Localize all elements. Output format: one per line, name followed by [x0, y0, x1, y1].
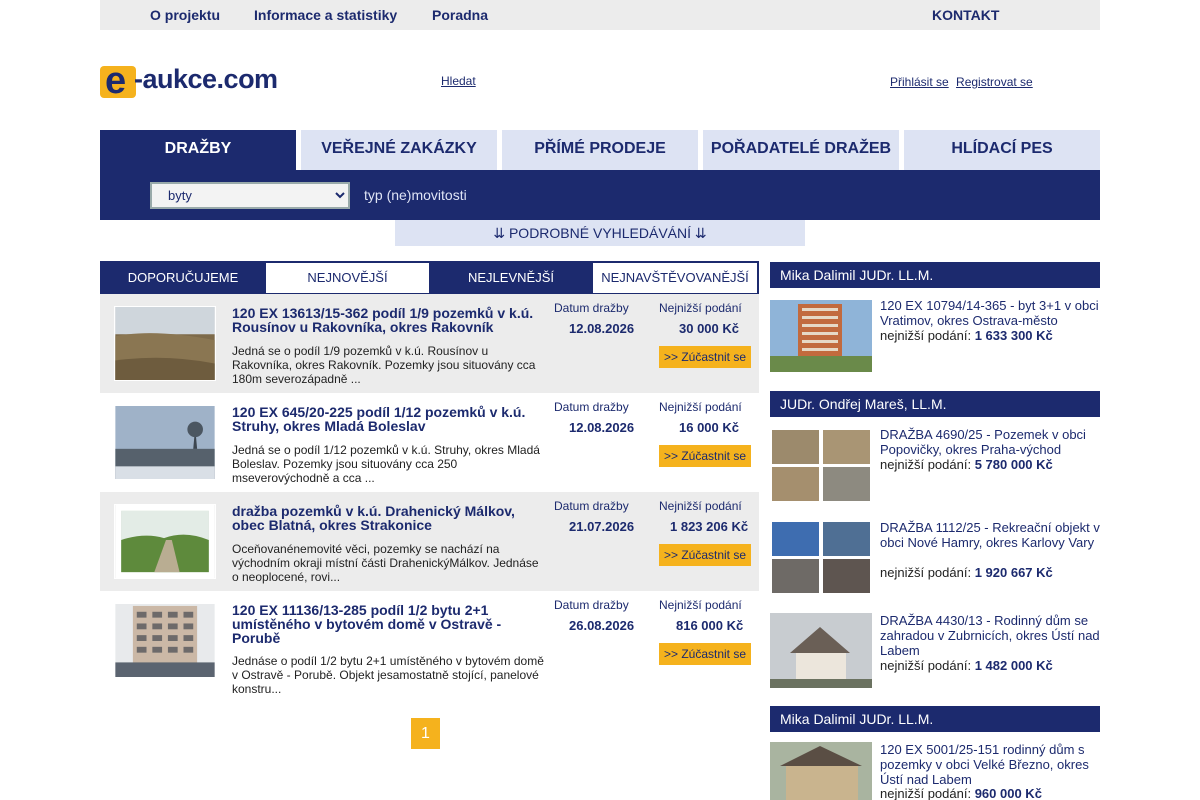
sidebar-photo[interactable]: [770, 613, 872, 688]
list-item: 120 EX 11136/13-285 podíl 1/2 bytu 2+1 u…: [100, 591, 759, 703]
sidebar-item-price: nejnižší podání: 1 920 667 Kč: [880, 565, 1053, 580]
listing-photo[interactable]: [114, 603, 216, 678]
sidebar-item-title[interactable]: DRAŽBA 1112/25 - Rekreační objekt v obci…: [880, 520, 1100, 550]
nav-advice-link[interactable]: Poradna: [432, 7, 488, 23]
lowest-bid: 816 000 Kč: [676, 618, 744, 633]
participate-button[interactable]: >> Zúčastnit se: [659, 544, 751, 566]
filter-bar: byty typ (ne)movitosti: [100, 170, 1100, 220]
participate-button[interactable]: >> Zúčastnit se: [659, 346, 751, 368]
nav-about-link[interactable]: O projektu: [150, 7, 220, 23]
sidebar-item-title[interactable]: 120 EX 5001/25-151 rodinný dům s pozemky…: [880, 742, 1100, 787]
tab-newest[interactable]: NEJNOVĚJŠÍ: [266, 263, 429, 293]
property-type-label: typ (ne)movitosti: [364, 187, 467, 203]
list-tabs: DOPORUČUJEME NEJNOVĚJŠÍ NEJLEVNĚJŠÍ NEJN…: [100, 261, 759, 295]
sidebar-photo[interactable]: [770, 742, 872, 800]
listing-photo[interactable]: [114, 405, 216, 480]
lowest-bid: 30 000 Kč: [679, 321, 739, 336]
price-label: Nejnižší podání: [659, 301, 742, 315]
auctioneer-header[interactable]: Mika Dalimil JUDr. LL.M.: [770, 262, 1100, 288]
sidebar-item-title[interactable]: DRAŽBA 4430/13 - Rodinný dům se zahradou…: [880, 613, 1100, 658]
listing-description: Oceňovanénemovité věci, pozemky se nachá…: [232, 542, 539, 584]
date-label: Datum dražby: [554, 400, 629, 414]
lowest-bid: 1 823 206 Kč: [670, 519, 749, 534]
listing-description: Jedná se o podíl 1/9 pozemků v k.ú. Rous…: [232, 344, 536, 386]
date-label: Datum dražby: [554, 499, 629, 513]
sidebar-item-price: nejnižší podání: 960 000 Kč: [880, 786, 1042, 800]
auction-date: 21.07.2026: [569, 519, 635, 534]
tab-auctions[interactable]: DRAŽBY: [100, 130, 296, 170]
tab-watchdog[interactable]: HLÍDACÍ PES: [904, 130, 1100, 170]
tab-most-visited[interactable]: NEJNAVŠTĚVOVANĚJŠÍ: [593, 263, 757, 293]
auction-date: 12.08.2026: [569, 321, 635, 336]
sidebar-item-title[interactable]: 120 EX 10794/14-365 - byt 3+1 v obci Vra…: [880, 298, 1100, 328]
listing-title[interactable]: dražba pozemků v k.ú. Drahenický Málkov,…: [232, 504, 542, 532]
auction-date: 26.08.2026: [569, 618, 635, 633]
sidebar-item-price: nejnižší podání: 1 633 300 Kč: [880, 328, 1053, 343]
nav-contact-link[interactable]: KONTAKT: [932, 7, 999, 23]
list-item: 120 EX 645/20-225 podíl 1/12 pozemků v k…: [100, 393, 759, 492]
listing-photo[interactable]: [114, 504, 216, 579]
register-link[interactable]: Registrovat se: [956, 75, 1033, 89]
logo-text: -aukce.com: [134, 64, 278, 94]
page: O projektu Informace a statistiky Poradn…: [0, 0, 1200, 800]
pagination-page[interactable]: 1: [411, 718, 440, 749]
sidebar-item-price: nejnižší podání: 1 482 000 Kč: [880, 658, 1053, 673]
advanced-search-toggle[interactable]: ⇊ PODROBNÉ VYHLEDÁVÁNÍ ⇊: [395, 220, 805, 246]
price-label: Nejnižší podání: [659, 400, 742, 414]
sidebar-photo[interactable]: [770, 428, 872, 503]
tab-auctioneers[interactable]: POŘADATELÉ DRAŽEB: [703, 130, 899, 170]
auctioneer-header[interactable]: JUDr. Ondřej Mareš, LL.M.: [770, 391, 1100, 417]
login-link[interactable]: Přihlásit se: [890, 75, 949, 89]
tab-cheapest[interactable]: NEJLEVNĚJŠÍ: [429, 263, 593, 293]
list-item: 120 EX 13613/15-362 podíl 1/9 pozemků v …: [100, 294, 759, 393]
auth-links: Přihlásit se Registrovat se: [890, 75, 1037, 89]
sidebar-photo[interactable]: [770, 300, 872, 372]
lowest-bid: 16 000 Kč: [679, 420, 739, 435]
auctioneer-header[interactable]: Mika Dalimil JUDr. LL.M.: [770, 706, 1100, 732]
price-label: Nejnižší podání: [659, 499, 742, 513]
top-nav: O projektu Informace a statistiky Poradn…: [100, 0, 1100, 30]
list-item: dražba pozemků v k.ú. Drahenický Málkov,…: [100, 492, 759, 591]
price-label: Nejnižší podání: [659, 598, 742, 612]
listing-title[interactable]: 120 EX 13613/15-362 podíl 1/9 pozemků v …: [232, 306, 542, 334]
sidebar-item-title[interactable]: DRAŽBA 4690/25 - Pozemek v obci Popovičk…: [880, 427, 1100, 457]
site-logo[interactable]: e -aukce.com: [100, 60, 282, 102]
listing-description: Jedná se o podíl 1/12 pozemků v k.ú. Str…: [232, 443, 540, 485]
listing-title[interactable]: 120 EX 11136/13-285 podíl 1/2 bytu 2+1 u…: [232, 603, 542, 645]
tab-recommended[interactable]: DOPORUČUJEME: [100, 263, 266, 293]
date-label: Datum dražby: [554, 301, 629, 315]
listing-photo[interactable]: [114, 306, 216, 381]
sidebar-photo[interactable]: [770, 520, 872, 595]
auction-date: 12.08.2026: [569, 420, 635, 435]
tab-direct-sales[interactable]: PŘÍMÉ PRODEJE: [502, 130, 698, 170]
participate-button[interactable]: >> Zúčastnit se: [659, 445, 751, 467]
nav-info-link[interactable]: Informace a statistiky: [254, 7, 397, 23]
tab-public-contracts[interactable]: VEŘEJNÉ ZAKÁZKY: [301, 130, 497, 170]
participate-button[interactable]: >> Zúčastnit se: [659, 643, 751, 665]
logo-e-mark: e: [100, 60, 136, 102]
sidebar-item-price: nejnižší podání: 5 780 000 Kč: [880, 457, 1053, 472]
property-type-select[interactable]: byty: [150, 182, 350, 209]
listing-title[interactable]: 120 EX 645/20-225 podíl 1/12 pozemků v k…: [232, 405, 542, 433]
date-label: Datum dražby: [554, 598, 629, 612]
search-link[interactable]: Hledat: [441, 74, 476, 88]
listing-description: Jednáse o podíl 1/2 bytu 2+1 umístěného …: [232, 654, 544, 696]
